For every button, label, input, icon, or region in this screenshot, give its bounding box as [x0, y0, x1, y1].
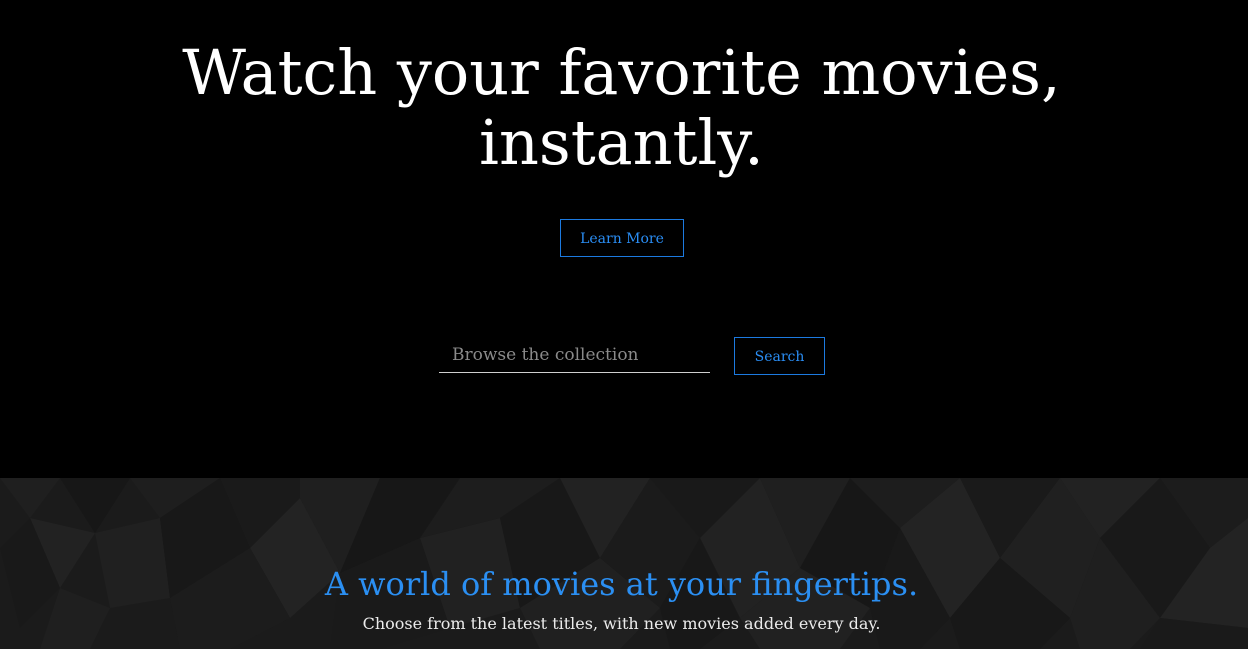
hero-title-line2: instantly. — [479, 106, 764, 179]
search-button[interactable]: Search — [734, 337, 825, 375]
features-heading: A world of movies at your fingertips. — [324, 565, 919, 603]
hero-section: Watch your favorite movies, instantly. Le… — [0, 0, 1248, 478]
search-input[interactable] — [439, 338, 710, 373]
hero-title-line1: Watch your favorite movies, — [182, 36, 1061, 109]
hero-title: Watch your favorite movies, instantly. — [0, 38, 1243, 178]
features-subheading: Choose from the latest titles, with new … — [362, 614, 881, 633]
learn-more-button[interactable]: Learn More — [560, 219, 684, 257]
features-section: A world of movies at your fingertips. Ch… — [0, 478, 1248, 649]
